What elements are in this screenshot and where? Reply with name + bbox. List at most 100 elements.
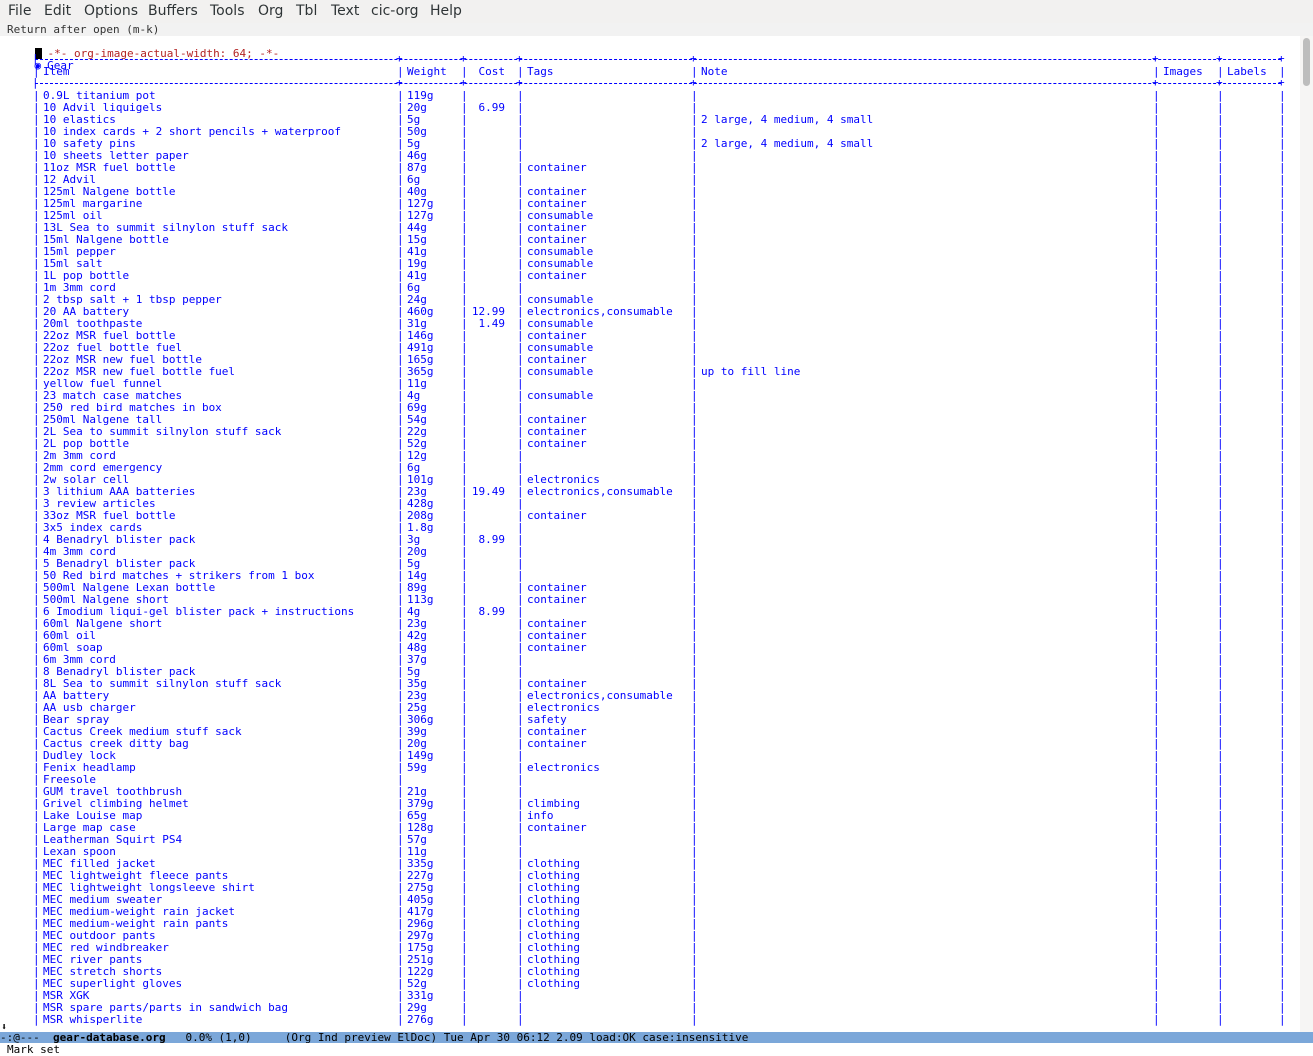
table-row[interactable]: | | | | | | | | Cactus Creek medium stuff sack 39… (32, 726, 1286, 738)
table-row[interactable]: | | | | | | | | MEC stretch shorts 122g clothing (32, 966, 1286, 978)
table-row[interactable]: | | | | | | | | Dudley lock 149g (32, 750, 1286, 762)
cell-note[interactable]: 2 large, 4 medium, 4 small (701, 138, 1149, 150)
cell-images[interactable]: Images (1163, 66, 1213, 78)
cell-item[interactable]: 12 Advil (43, 174, 393, 186)
table-row[interactable]: | | | | | | | | MSR whisperlite 276g (32, 1014, 1286, 1026)
cell-weight[interactable]: 5g (407, 138, 457, 150)
cell-item[interactable]: AA battery (43, 690, 393, 702)
table-row[interactable]: | | | | | | | | GUM travel toothbrush 21g (32, 786, 1286, 798)
cell-tags[interactable]: electronics (527, 474, 687, 486)
table-row[interactable]: | | | | | | | | Leatherman Squirt PS4 57g (32, 834, 1286, 846)
cell-weight[interactable]: 331g (407, 990, 457, 1002)
cell-item[interactable]: MEC medium sweater (43, 894, 393, 906)
cell-item[interactable]: 15ml Nalgene bottle (43, 234, 393, 246)
cell-weight[interactable]: 297g (407, 930, 457, 942)
cell-weight[interactable]: 20g (407, 738, 457, 750)
cell-tags[interactable]: climbing (527, 798, 687, 810)
cell-item[interactable]: MSR spare parts/parts in sandwich bag (43, 1002, 393, 1014)
cell-item[interactable]: Fenix headlamp (43, 762, 393, 774)
cell-item[interactable]: 10 Advil liquigels (43, 102, 393, 114)
table-row[interactable]: | | | | | | | | yellow fuel funnel 11g (32, 378, 1286, 390)
cell-weight[interactable]: 35g (407, 678, 457, 690)
cell-tags[interactable]: consumable (527, 246, 687, 258)
cell-item[interactable]: MEC lightweight longsleeve shirt (43, 882, 393, 894)
cell-item[interactable]: 2w solar cell (43, 474, 393, 486)
menu-tbl[interactable]: Tbl (296, 3, 317, 20)
cell-item[interactable]: MEC lightweight fleece pants (43, 870, 393, 882)
cell-item[interactable]: 22oz MSR new fuel bottle (43, 354, 393, 366)
cell-cost[interactable]: 1.49 (463, 318, 506, 330)
cell-weight[interactable]: 127g (407, 210, 457, 222)
cell-weight[interactable]: 54g (407, 414, 457, 426)
cell-item[interactable]: MEC river pants (43, 954, 393, 966)
cell-weight[interactable]: 23g (407, 618, 457, 630)
cell-tags[interactable]: container (527, 414, 687, 426)
cell-item[interactable]: 3 review articles (43, 498, 393, 510)
menu-file[interactable]: File (8, 3, 31, 20)
cell-item[interactable]: 15ml pepper (43, 246, 393, 258)
menu-tools[interactable]: Tools (210, 3, 245, 20)
cell-tags[interactable]: clothing (527, 930, 687, 942)
cell-tags[interactable]: clothing (527, 942, 687, 954)
table-row[interactable]: | | | | | | | | 4m 3mm cord 20g (32, 546, 1286, 558)
cell-item[interactable]: 125ml oil (43, 210, 393, 222)
table-row[interactable]: | | | | | | | | 60ml oil 42g container (32, 630, 1286, 642)
cell-tags[interactable]: container (527, 162, 687, 174)
cell-weight[interactable]: 87g (407, 162, 457, 174)
cell-weight[interactable]: 365g (407, 366, 457, 378)
cell-weight[interactable]: 296g (407, 918, 457, 930)
cell-item[interactable]: Leatherman Squirt PS4 (43, 834, 393, 846)
table-row[interactable]: | | | | | | | | 20 AA battery 460g 12.99 electronic… (32, 306, 1286, 318)
table-row[interactable]: | | | | | | | | 60ml soap 48g container (32, 642, 1286, 654)
cell-item[interactable]: 20ml toothpaste (43, 318, 393, 330)
table-row[interactable]: | | | | | | | | Lake Louise map 65g info (32, 810, 1286, 822)
cell-tags[interactable]: clothing (527, 882, 687, 894)
table-row[interactable]: | | | | | | | | 33oz MSR fuel bottle 208g containe… (32, 510, 1286, 522)
table-row[interactable]: | | | | | | | | 10 Advil liquigels 20g 6.99 (32, 102, 1286, 114)
cell-item[interactable]: MEC medium-weight rain pants (43, 918, 393, 930)
cell-tags[interactable]: container (527, 510, 687, 522)
table-row[interactable]: | | | | | | | | 13L Sea to summit silnylon stuff… (32, 222, 1286, 234)
cell-weight[interactable]: 5g (407, 114, 457, 126)
cell-tags[interactable]: consumable (527, 294, 687, 306)
cell-weight[interactable]: 251g (407, 954, 457, 966)
table-row[interactable]: | | | | | | | | Grivel climbing helmet 379g climbi… (32, 798, 1286, 810)
table-header-row[interactable]: | | | | | | | | Item Weight Cost Tags Note Images Labe… (32, 66, 1286, 78)
cell-tags[interactable]: container (527, 438, 687, 450)
table-row[interactable]: | | | | | | | | 8L Sea to summit silnylon stuff … (32, 678, 1286, 690)
cell-item[interactable]: 8L Sea to summit silnylon stuff sack (43, 678, 393, 690)
cell-item[interactable]: 22oz MSR new fuel bottle fuel (43, 366, 393, 378)
cell-item[interactable]: yellow fuel funnel (43, 378, 393, 390)
cell-tags[interactable]: electronics (527, 702, 687, 714)
cell-item[interactable]: Bear spray (43, 714, 393, 726)
cell-item[interactable]: Dudley lock (43, 750, 393, 762)
cell-item[interactable]: 125ml Nalgene bottle (43, 186, 393, 198)
cell-item[interactable]: 10 elastics (43, 114, 393, 126)
table-row[interactable]: | | | | | | | | MSR XGK 331g (32, 990, 1286, 1002)
table-row[interactable]: | | | | | | | | MEC superlight gloves 52g clothing (32, 978, 1286, 990)
table-row[interactable]: | | | | | | | | 500ml Nalgene short 113g container (32, 594, 1286, 606)
scrollbar-thumb[interactable] (1303, 38, 1310, 86)
cell-labels[interactable]: Labels (1227, 66, 1275, 78)
cell-weight[interactable]: 52g (407, 438, 457, 450)
menu-help[interactable]: Help (430, 3, 462, 20)
table-row[interactable]: | | | | | | | | MEC medium sweater 405g clothing (32, 894, 1286, 906)
table-row[interactable]: | | | | | | | | Lexan spoon 11g (32, 846, 1286, 858)
cell-item[interactable]: Item (43, 66, 393, 78)
cell-weight[interactable]: 5g (407, 666, 457, 678)
cell-item[interactable]: 3x5 index cards (43, 522, 393, 534)
table-row[interactable]: | | | | | | | | 8 Benadryl blister pack 5g (32, 666, 1286, 678)
cell-item[interactable]: 50 Red bird matches + strikers from 1 bo… (43, 570, 393, 582)
cell-weight[interactable]: 101g (407, 474, 457, 486)
table-row[interactable]: | | | | | | | | MEC lightweight fleece pants 227g… (32, 870, 1286, 882)
cell-item[interactable]: GUM travel toothbrush (43, 786, 393, 798)
cell-weight[interactable]: 46g (407, 150, 457, 162)
table-row[interactable]: | | | | | | | | AA usb charger 25g electronics (32, 702, 1286, 714)
cell-tags[interactable]: container (527, 726, 687, 738)
cell-weight[interactable]: 6g (407, 462, 457, 474)
cell-weight[interactable]: 65g (407, 810, 457, 822)
table-row[interactable]: | | | | | | | | 2 tbsp salt + 1 tbsp pepper 24g co… (32, 294, 1286, 306)
cell-tags[interactable]: container (527, 738, 687, 750)
cell-weight[interactable]: 6g (407, 174, 457, 186)
cell-cost[interactable]: 19.49 (463, 486, 505, 498)
